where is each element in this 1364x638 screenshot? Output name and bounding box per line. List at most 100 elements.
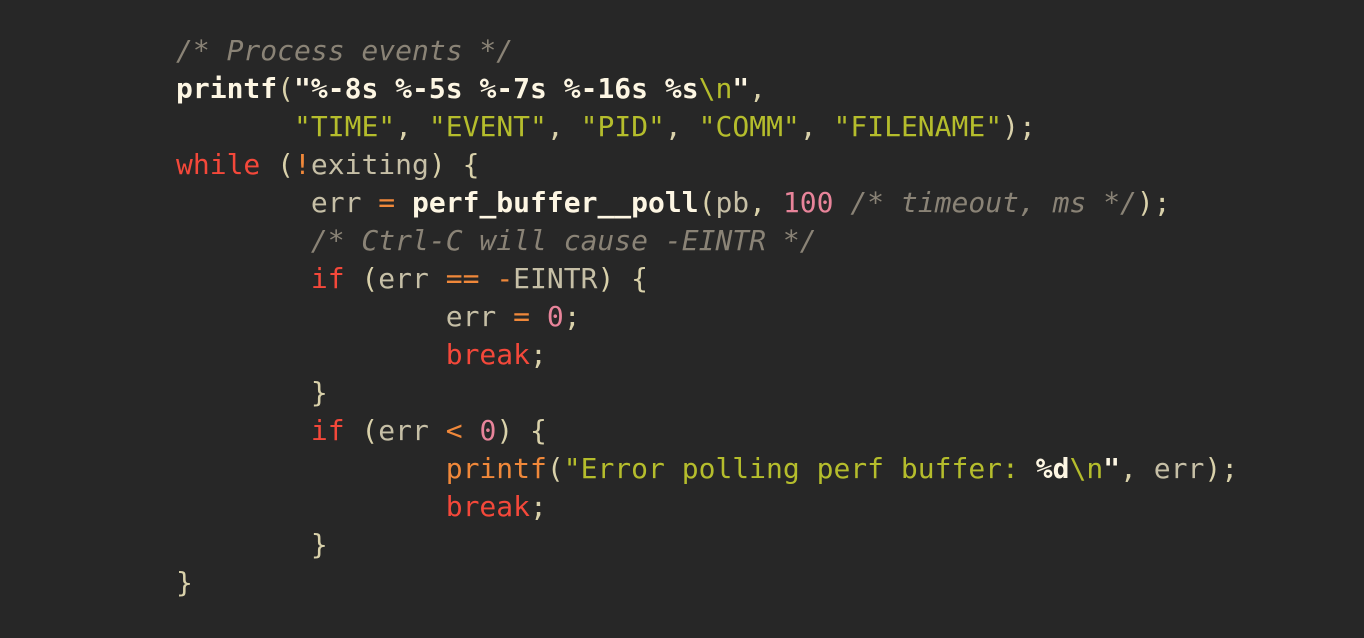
code-token: pb [715,186,750,219]
code-line: "TIME", "EVENT", "PID", "COMM", "FILENAM… [176,108,1238,146]
code-line: err = 0; [176,298,1238,336]
code-token: - [496,262,514,295]
code-token: , [799,110,834,143]
code-token: break [445,338,531,371]
code-token: ( [344,414,379,447]
code-line: err = perf_buffer__poll(pb, 100 /* timeo… [176,184,1238,222]
code-token: ( [277,72,295,105]
code-token: } [310,528,328,561]
code-token: ) { [597,262,649,295]
code-token: "%-8s %-5s %-7s %-16s %s [294,72,699,105]
code-line: break; [176,488,1238,526]
code-token: ); [1136,186,1171,219]
code-token: EINTR [513,262,598,295]
code-token: %d [1035,452,1070,485]
code-token: 100 [782,186,834,219]
code-token: 0 [479,414,497,447]
code-token: err [378,414,429,447]
code-token: "Error polling perf buffer: [563,452,1036,485]
code-token: , [664,110,699,143]
code-token: err [378,262,429,295]
code-viewer: /* Process events */printf("%-8s %-5s %-… [0,0,1364,638]
code-line: /* Ctrl-C will cause -EINTR */ [176,222,1238,260]
code-token: "TIME" [294,110,396,143]
code-token: "PID" [580,110,665,143]
code-token: = [378,186,396,219]
code-line: if (err < 0) { [176,412,1238,450]
code-token: ( [260,148,295,181]
code-token: if [310,414,345,447]
code-token: /* Ctrl-C will cause -EINTR */ [310,224,817,257]
code-token: "COMM" [698,110,800,143]
code-block[interactable]: /* Process events */printf("%-8s %-5s %-… [176,32,1238,602]
code-token: ) { [496,414,547,447]
code-token: printf [445,452,547,485]
code-token: ; [530,338,547,371]
code-line: /* Process events */ [176,32,1238,70]
code-token: , [749,186,783,219]
code-token: /* timeout, ms */ [850,186,1137,219]
code-token: if [310,262,345,295]
code-token: \n [1069,452,1104,485]
code-token: , [546,110,581,143]
code-line: } [176,564,1238,602]
code-token: ( [698,186,716,219]
code-line: break; [176,336,1238,374]
code-token: 0 [546,300,564,333]
code-token: perf_buffer__poll [412,186,699,219]
code-token: ; [530,490,547,523]
code-token: } [176,566,193,599]
code-line: } [176,374,1238,412]
code-line: } [176,526,1238,564]
code-token: = [513,300,531,333]
code-token: , [749,72,767,105]
code-token: == [445,262,480,295]
code-token: ! [294,148,311,181]
code-token: /* Process events */ [176,34,514,67]
code-token: , [395,110,429,143]
code-line: printf("%-8s %-5s %-7s %-16s %s\n", [176,70,1238,108]
code-token: } [310,376,328,409]
code-token: ) { [428,148,480,181]
code-token: \n [698,72,733,105]
code-token: printf [176,72,278,105]
code-line: printf("Error polling perf buffer: %d\n"… [176,450,1238,488]
code-token: ( [546,452,564,485]
code-token: err [445,300,497,333]
code-token: exiting [310,148,429,181]
code-token: , [1120,452,1154,485]
code-line: if (err == -EINTR) { [176,260,1238,298]
code-token: " [732,72,750,105]
code-token: ); [1204,452,1239,485]
code-token: ); [1002,110,1036,143]
code-token: "FILENAME" [833,110,1003,143]
code-token: break [445,490,531,523]
code-token: err [1153,452,1205,485]
code-line: while (!exiting) { [176,146,1238,184]
code-token: < [445,414,463,447]
code-token: " [1103,452,1121,485]
code-token: ; [563,300,581,333]
code-token: err [310,186,362,219]
code-token: "EVENT" [428,110,547,143]
